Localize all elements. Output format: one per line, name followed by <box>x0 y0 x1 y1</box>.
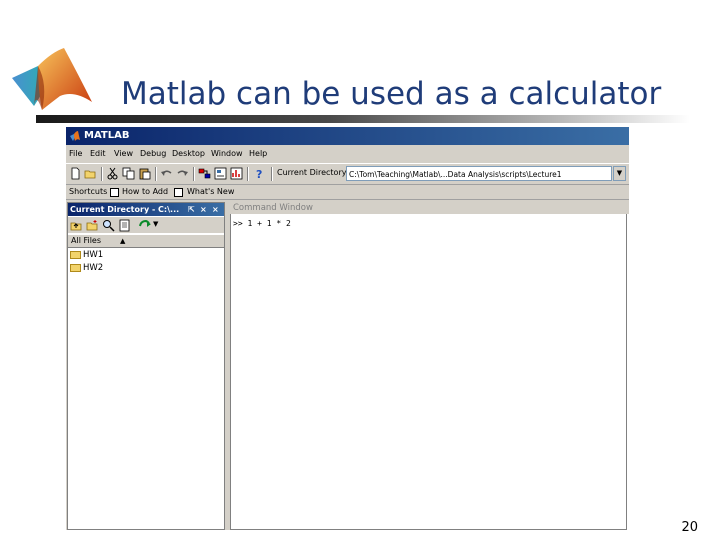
redo-icon[interactable] <box>176 167 189 180</box>
menu-debug[interactable]: Debug <box>140 147 166 161</box>
command-window[interactable]: Command Window >> 1 + 1 * 2 <box>230 202 629 530</box>
current-directory-pane: Current Directory - C:\... ⇱ × × ▼ All F… <box>67 202 225 530</box>
command-window-title: Command Window <box>233 203 313 213</box>
whats-new-link[interactable]: What's New <box>187 185 234 199</box>
chevron-down-icon[interactable]: ▼ <box>613 166 626 181</box>
command-line: >> 1 + 1 * 2 <box>233 219 291 228</box>
toolbar-separator <box>247 167 249 181</box>
menu-view[interactable]: View <box>114 147 133 161</box>
list-item[interactable]: HW1 <box>70 249 103 261</box>
find-icon[interactable] <box>102 219 115 232</box>
pane-splitter[interactable] <box>226 202 229 530</box>
shortcut-help-icon[interactable] <box>110 188 119 197</box>
title-bar: MATLAB <box>66 127 629 145</box>
guide-icon[interactable] <box>214 167 227 180</box>
cut-icon[interactable] <box>106 167 119 180</box>
svg-text:?: ? <box>256 168 262 180</box>
matlab-logo-icon <box>70 131 80 141</box>
folder-name: HW2 <box>83 263 104 273</box>
menu-desktop[interactable]: Desktop <box>172 147 205 161</box>
folder-name: HW1 <box>83 250 104 260</box>
whats-new-icon[interactable] <box>174 188 183 197</box>
new-file-icon[interactable] <box>69 167 82 180</box>
close-icon[interactable]: × <box>200 203 207 216</box>
help-icon[interactable]: ? <box>253 167 266 180</box>
copy-icon[interactable] <box>122 167 135 180</box>
title-underline <box>36 115 690 123</box>
profiler-icon[interactable] <box>230 167 243 180</box>
paste-icon[interactable] <box>138 167 151 180</box>
sort-ascending-icon: ▲ <box>120 237 126 245</box>
command-window-border <box>230 214 627 530</box>
undo-icon[interactable] <box>160 167 173 180</box>
matlab-membrane-logo-icon <box>12 48 92 110</box>
file-list-header[interactable]: All Files ▲ <box>68 234 224 248</box>
menu-file[interactable]: File <box>69 147 82 161</box>
window-title: MATLAB <box>84 130 130 141</box>
command-window-header: Command Window <box>230 202 629 214</box>
close-icon[interactable]: × <box>212 203 219 216</box>
slide-title: Matlab can be used as a calculator <box>121 76 662 112</box>
current-directory-toolbar: ▼ <box>68 217 224 233</box>
current-directory-title: Current Directory - C:\... <box>70 205 180 214</box>
toolbar: ? Current Directory: C:\Tom\Teaching\Mat… <box>66 163 629 185</box>
current-directory-header: Current Directory - C:\... ⇱ × × <box>68 203 224 216</box>
matlab-window: MATLAB File Edit View Debug Desktop Wind… <box>66 127 629 530</box>
open-icon[interactable] <box>84 167 97 180</box>
menu-bar: File Edit View Debug Desktop Window Help <box>66 147 629 161</box>
simulink-icon[interactable] <box>198 167 211 180</box>
undock-icon[interactable]: ⇱ <box>188 203 195 216</box>
folder-icon <box>70 250 81 259</box>
list-item[interactable]: HW2 <box>70 262 103 274</box>
page-number: 20 <box>681 520 698 535</box>
menu-edit[interactable]: Edit <box>90 147 106 161</box>
toolbar-separator <box>271 167 273 181</box>
current-directory-label: Current Directory: <box>277 168 349 177</box>
shortcuts-bar: Shortcuts How to Add What's New <box>66 185 629 200</box>
chevron-down-icon[interactable]: ▼ <box>153 220 158 228</box>
new-folder-icon[interactable] <box>86 219 99 232</box>
menu-window[interactable]: Window <box>211 147 243 161</box>
up-folder-icon[interactable] <box>70 219 83 232</box>
folder-icon <box>70 263 81 272</box>
report-icon[interactable] <box>118 219 131 232</box>
toolbar-separator <box>101 167 103 181</box>
all-files-column: All Files <box>71 236 102 245</box>
shortcuts-label: Shortcuts <box>69 187 108 196</box>
menu-help[interactable]: Help <box>249 147 267 161</box>
current-directory-field[interactable]: C:\Tom\Teaching\Matlab\...Data Analysis\… <box>346 166 612 181</box>
refresh-icon[interactable] <box>138 219 151 232</box>
toolbar-separator <box>155 167 157 181</box>
toolbar-separator <box>193 167 195 181</box>
how-to-add-link[interactable]: How to Add <box>122 185 168 199</box>
